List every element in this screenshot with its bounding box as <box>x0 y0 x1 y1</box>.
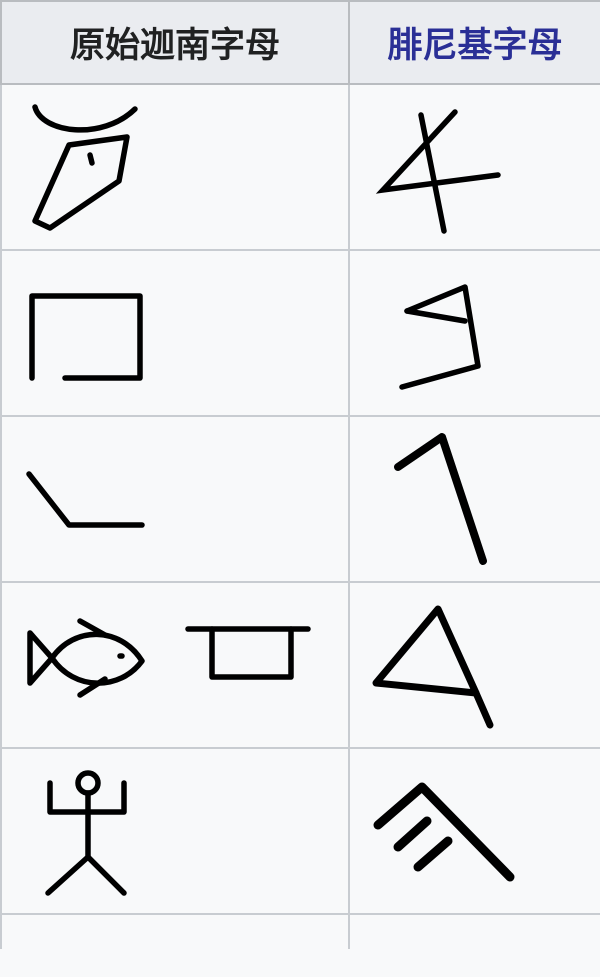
throwstick-glyph <box>26 471 145 528</box>
table-row <box>0 913 600 949</box>
header-row: 原始迦南字母 腓尼基字母 <box>0 0 600 85</box>
fish-door-glyphs <box>27 618 311 698</box>
door-glyph <box>185 626 311 680</box>
house-glyph <box>29 293 143 381</box>
gimel-glyph <box>394 433 487 565</box>
fish-glyph <box>27 618 145 698</box>
beth-glyph <box>399 284 481 390</box>
header-phoenician-link[interactable]: 腓尼基字母 <box>348 0 600 85</box>
table-row <box>0 83 600 251</box>
proto-cell <box>0 83 350 251</box>
ox-head-glyph <box>32 104 138 231</box>
proto-cell <box>0 747 350 915</box>
table-row <box>0 415 600 583</box>
header-proto-sinaitic: 原始迦南字母 <box>0 0 350 85</box>
phoenician-cell <box>348 581 600 749</box>
phoenician-cell <box>348 747 600 915</box>
proto-cell <box>0 249 350 417</box>
he-glyph <box>373 782 515 882</box>
daleth-glyph <box>372 605 494 729</box>
phoenician-cell <box>348 249 600 417</box>
table-row <box>0 249 600 417</box>
jubilating-man-glyph <box>45 770 127 896</box>
phoenician-cell <box>348 83 600 251</box>
table-row <box>0 747 600 915</box>
aleph-glyph <box>375 109 501 234</box>
table-row <box>0 581 600 749</box>
alphabet-comparison-table: 原始迦南字母 腓尼基字母 <box>0 0 600 977</box>
phoenician-cell <box>348 913 600 949</box>
proto-cell <box>0 581 350 749</box>
proto-cell <box>0 415 350 583</box>
glyph-table: 原始迦南字母 腓尼基字母 <box>0 0 600 949</box>
proto-cell <box>0 913 350 949</box>
phoenician-cell <box>348 415 600 583</box>
